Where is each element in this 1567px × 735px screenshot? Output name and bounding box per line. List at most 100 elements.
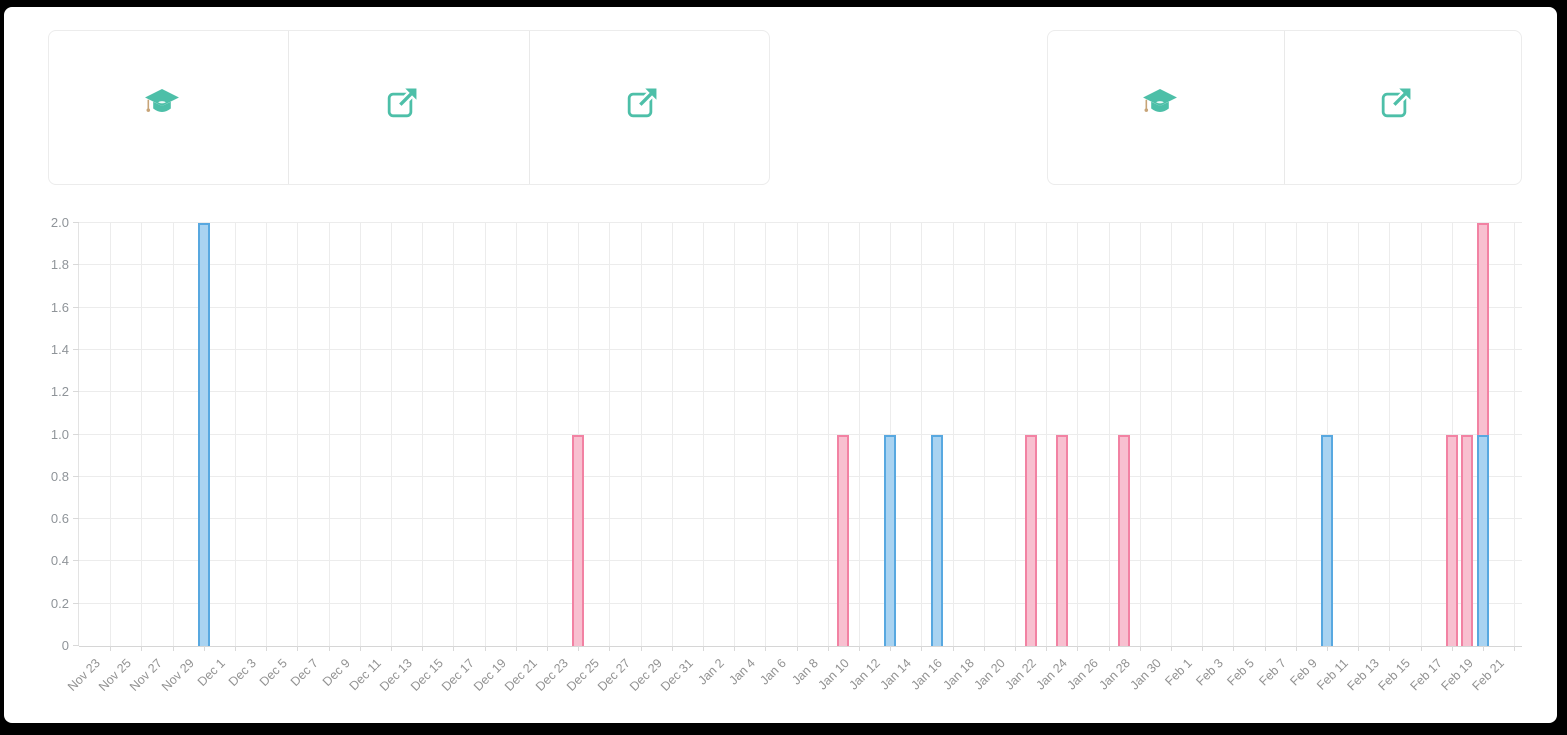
y-axis-tick	[73, 476, 79, 477]
x-axis-tick	[1109, 646, 1110, 651]
x-axis-tick	[547, 646, 548, 651]
x-gridline	[453, 223, 454, 646]
x-axis-tick	[485, 646, 486, 651]
bar-lost-backlinks-feb-19[interactable]	[1446, 435, 1458, 647]
bar-lost-backlinks-jan-11[interactable]	[837, 435, 849, 647]
bar-new-backlinks-feb-11[interactable]	[1321, 435, 1333, 647]
x-axis-tick	[1514, 646, 1515, 651]
x-axis-tick	[703, 646, 704, 651]
x-gridline	[235, 223, 236, 646]
external-link-icon	[1381, 87, 1412, 118]
stat-referring-domains	[529, 31, 769, 184]
bar-lost-backlinks-feb-20[interactable]	[1461, 435, 1473, 647]
x-axis-label: Dec 13	[377, 656, 415, 694]
bar-new-backlinks-jan-14[interactable]	[884, 435, 896, 647]
bar-new-backlinks-dec-1[interactable]	[198, 223, 210, 646]
y-gridline	[79, 264, 1522, 265]
graduation-cap-icon	[1142, 88, 1178, 118]
x-axis-label: Dec 29	[627, 656, 665, 694]
x-axis-label: Jan 20	[971, 656, 1007, 692]
x-gridline	[797, 223, 798, 646]
x-gridline	[391, 223, 392, 646]
x-axis-tick	[953, 646, 954, 651]
x-axis-label: Nov 29	[159, 656, 197, 694]
x-gridline	[1514, 223, 1515, 646]
y-gridline	[79, 307, 1522, 308]
x-gridline	[1015, 223, 1016, 646]
x-axis-label: Feb 11	[1314, 656, 1351, 693]
x-gridline	[765, 223, 766, 646]
x-axis-label: Jan 28	[1096, 656, 1132, 692]
bar-lost-backlinks-jan-29[interactable]	[1118, 435, 1130, 647]
x-axis-label: Dec 7	[288, 656, 321, 689]
x-gridline	[1358, 223, 1359, 646]
x-axis-label: Dec 15	[408, 656, 446, 694]
x-axis-label: Jan 2	[695, 656, 727, 688]
dashboard-page: 00.20.40.60.81.01.21.41.61.82.0Nov 23Nov…	[4, 7, 1557, 723]
bar-lost-backlinks-jan-25[interactable]	[1056, 435, 1068, 647]
x-axis-tick	[797, 646, 798, 651]
x-gridline	[1233, 223, 1234, 646]
x-gridline	[1171, 223, 1172, 646]
new-lost-backlinks-card	[1047, 30, 1522, 185]
backlinks-history-chart: 00.20.40.60.81.01.21.41.61.82.0Nov 23Nov…	[78, 223, 1522, 646]
x-axis-tick	[1483, 646, 1484, 651]
y-gridline	[79, 518, 1522, 519]
x-axis-tick	[1327, 646, 1328, 651]
x-axis-label: Jan 12	[846, 656, 882, 692]
x-axis-label: Feb 19	[1438, 656, 1475, 693]
x-axis-label: Nov 27	[127, 656, 165, 694]
x-axis-tick	[1140, 646, 1141, 651]
y-axis-tick	[73, 222, 79, 223]
y-gridline	[79, 560, 1522, 561]
y-axis-label: 1.8	[21, 257, 69, 272]
x-axis-tick	[391, 646, 392, 651]
x-axis-label: Dec 1	[195, 656, 228, 689]
x-axis-tick	[1077, 646, 1078, 651]
y-axis-label: 0.4	[21, 553, 69, 568]
bar-new-backlinks-jan-17[interactable]	[931, 435, 943, 647]
x-axis-tick	[1452, 646, 1453, 651]
y-axis-tick	[73, 264, 79, 265]
x-gridline	[828, 223, 829, 646]
y-gridline	[79, 222, 1522, 223]
x-gridline	[1421, 223, 1422, 646]
x-axis-tick	[141, 646, 142, 651]
y-axis-label: 1.6	[21, 300, 69, 315]
backlinks-overview-card	[48, 30, 770, 185]
x-gridline	[1046, 223, 1047, 646]
y-axis-tick	[73, 560, 79, 561]
x-axis-tick	[235, 646, 236, 651]
x-gridline	[1202, 223, 1203, 646]
y-axis-tick	[73, 349, 79, 350]
x-axis-tick	[578, 646, 579, 651]
x-axis-tick	[360, 646, 361, 651]
x-axis-label: Dec 5	[257, 656, 290, 689]
y-gridline	[79, 349, 1522, 350]
x-axis-label: Dec 31	[658, 656, 696, 694]
x-axis-label: Jan 6	[758, 656, 790, 688]
x-gridline	[734, 223, 735, 646]
x-axis-tick	[173, 646, 174, 651]
bar-new-backlinks-feb-21[interactable]	[1477, 435, 1489, 647]
bar-lost-backlinks-dec-25[interactable]	[572, 435, 584, 647]
x-gridline	[141, 223, 142, 646]
x-axis-label: Dec 19	[471, 656, 509, 694]
x-gridline	[641, 223, 642, 646]
x-gridline	[1077, 223, 1078, 646]
bar-lost-backlinks-jan-23[interactable]	[1025, 435, 1037, 647]
y-gridline	[79, 603, 1522, 604]
x-axis-label: Jan 22	[1002, 656, 1038, 692]
x-axis-label: Feb 7	[1256, 656, 1289, 689]
x-axis-tick	[609, 646, 610, 651]
x-gridline	[1389, 223, 1390, 646]
x-gridline	[609, 223, 610, 646]
x-axis-tick	[329, 646, 330, 651]
x-axis-tick	[890, 646, 891, 651]
x-axis-tick	[1015, 646, 1016, 651]
y-axis-tick	[73, 391, 79, 392]
x-gridline	[110, 223, 111, 646]
x-axis-label: Jan 26	[1065, 656, 1101, 692]
y-gridline	[79, 476, 1522, 477]
x-gridline	[173, 223, 174, 646]
